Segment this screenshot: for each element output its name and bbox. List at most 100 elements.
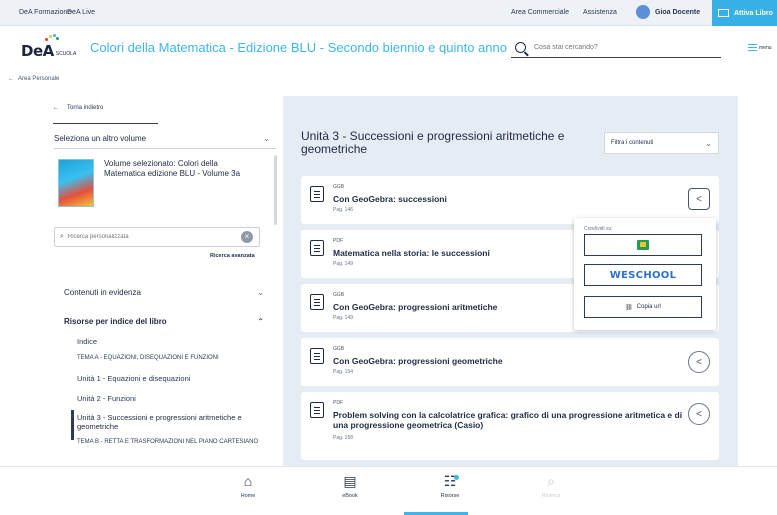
- back-link[interactable]: ← Torna indietro: [53, 105, 158, 124]
- hamburger-icon: [748, 44, 757, 51]
- resource-type: GGB: [333, 346, 345, 352]
- share-icon[interactable]: <: [688, 188, 710, 210]
- pdf-file-icon: [310, 402, 324, 418]
- weschool-logo: WESCHOOL: [609, 269, 677, 281]
- search-icon[interactable]: [515, 42, 526, 53]
- sidebar-scrollbar[interactable]: [274, 155, 277, 225]
- nav-label: Home: [240, 493, 256, 499]
- geogebra-file-icon: [310, 294, 324, 310]
- index-item[interactable]: Unità 1 - Equazioni e disequazioni: [77, 374, 190, 383]
- notification-dot: [454, 475, 459, 480]
- attiva-libro-label: Attiva Libro: [734, 9, 773, 17]
- link-dea-live[interactable]: DeA Live: [67, 9, 95, 16]
- section-index[interactable]: Risorse per indice del libro ⌃: [64, 317, 264, 326]
- resource-title[interactable]: Matematica nella storia: le successioni: [333, 248, 490, 258]
- advanced-search-link[interactable]: Ricerca avanzata: [210, 253, 255, 259]
- attiva-libro-button[interactable]: Attiva Libro: [712, 0, 777, 26]
- weschool-button[interactable]: WESCHOOL: [584, 264, 702, 286]
- resource-card[interactable]: PDF Problem solving con la calcolatrice …: [301, 392, 719, 460]
- section-highlights[interactable]: Contenuti in evidenza ⌄: [64, 288, 264, 297]
- top-bar: DeA Formazione DeA Live Area Commerciale…: [0, 0, 777, 26]
- sidebar: ← Torna indietro Seleziona un altro volu…: [40, 95, 280, 465]
- divider: [53, 123, 158, 124]
- search-input[interactable]: [534, 44, 704, 51]
- ebook-icon: ▤: [343, 473, 357, 489]
- search-icon: ⌕: [60, 233, 64, 240]
- chevron-down-icon: ⌄: [257, 288, 264, 297]
- index-item[interactable]: TEMA B - RETTA E TRASFORMAZIONI NEL PIAN…: [77, 439, 262, 446]
- resource-type: PDF: [333, 238, 343, 244]
- nav-ebook[interactable]: ▤ eBook: [330, 473, 370, 499]
- bottom-nav: ⌂ Home ▤ eBook ☷ Risorse ⌕ Ricerca: [0, 466, 777, 515]
- arrow-left-icon: ←: [8, 76, 14, 82]
- nav-ricerca[interactable]: ⌕ Ricerca: [531, 473, 571, 499]
- index-item[interactable]: TEMA A - EQUAZIONI, DISEQUAZIONI E FUNZI…: [77, 355, 267, 362]
- link-assistenza[interactable]: Assistenza: [583, 9, 617, 16]
- google-classroom-button[interactable]: [584, 234, 702, 256]
- selected-volume: Volume selezionato: Colori della Matemat…: [58, 159, 244, 207]
- avatar: [636, 5, 650, 19]
- app-frame: DeA Formazione DeA Live Area Commerciale…: [0, 0, 777, 515]
- sidebar-search: ⌕ ×: [54, 227, 260, 247]
- filter-select[interactable]: Filtra i contenuti ⌄: [604, 132, 719, 154]
- selected-volume-text: Volume selezionato: Colori della Matemat…: [104, 159, 241, 178]
- logo-text: DeA: [21, 42, 54, 60]
- index-item-active[interactable]: Unità 3 - Successioni e progressioni ari…: [77, 413, 247, 431]
- volume-select-label: Seleziona un altro volume: [54, 134, 147, 143]
- logo-sub: SCUOLA: [55, 51, 77, 57]
- share-icon[interactable]: <: [688, 403, 710, 425]
- home-icon: ⌂: [243, 473, 253, 489]
- google-classroom-icon: [637, 240, 649, 250]
- share-popup: Condividi su: WESCHOOL ⛓ Copia url: [574, 218, 716, 330]
- resource-title[interactable]: Con GeoGebra: progressioni aritmetiche: [333, 302, 497, 312]
- copy-url-button[interactable]: ⛓ Copia url: [584, 296, 702, 318]
- copy-url-label: Copia url: [636, 304, 661, 310]
- resource-page: Pag. 149: [333, 315, 354, 321]
- share-icon[interactable]: <: [688, 351, 710, 373]
- geogebra-file-icon: [310, 186, 324, 202]
- nav-label: Ricerca: [541, 493, 561, 499]
- sidebar-search-input[interactable]: [67, 234, 238, 240]
- resource-type: GGB: [333, 184, 345, 190]
- resource-page: Pag. 154: [333, 369, 354, 375]
- search-icon: ⌕: [547, 473, 555, 489]
- chevron-down-icon: ⌄: [705, 138, 712, 148]
- header-search: [511, 38, 721, 58]
- nav-label: eBook: [342, 493, 358, 499]
- unit-title: Unità 3 - Successioni e progressioni ari…: [301, 129, 565, 156]
- user-name: Gioa Docente: [655, 8, 701, 16]
- resource-page: Pag. 158: [333, 435, 354, 441]
- resource-page: Pag. 149: [333, 261, 354, 267]
- breadcrumb[interactable]: ← Area Personale: [8, 76, 59, 82]
- resource-title[interactable]: Problem solving con la calcolatrice graf…: [333, 410, 683, 430]
- nav-home[interactable]: ⌂ Home: [228, 473, 268, 499]
- resource-page: Pag. 146: [333, 207, 354, 213]
- book-icon: [718, 9, 729, 17]
- menu-button[interactable]: menu: [748, 44, 772, 51]
- breadcrumb-label: Area Personale: [18, 76, 60, 82]
- index-item[interactable]: Indice: [77, 337, 97, 346]
- logo-dots: [43, 34, 59, 42]
- volume-select[interactable]: Seleziona un altro volume ⌄: [54, 129, 276, 149]
- link-area-commerciale[interactable]: Area Commerciale: [511, 9, 569, 16]
- menu-label: menu: [759, 44, 772, 51]
- book-title[interactable]: Colori della Matematica - Edizione BLU -…: [90, 40, 507, 55]
- section-highlights-label: Contenuti in evidenza: [64, 288, 141, 297]
- nav-risorse[interactable]: ☷ Risorse: [430, 473, 470, 499]
- geogebra-file-icon: [310, 348, 324, 364]
- dea-scuola-logo[interactable]: DeA SCUOLA: [21, 34, 77, 60]
- clear-search-icon[interactable]: ×: [241, 231, 253, 243]
- resource-card[interactable]: GGB Con GeoGebra: successioni Pag. 146 <: [301, 176, 719, 224]
- pdf-file-icon: [310, 240, 324, 256]
- user-menu[interactable]: Gioa Docente: [636, 5, 700, 19]
- index-item[interactable]: Unità 2 - Funzioni: [77, 394, 136, 403]
- arrow-left-icon: ←: [53, 105, 59, 111]
- resource-title[interactable]: Con GeoGebra: progressioni geometriche: [333, 356, 503, 366]
- link-dea-formazione[interactable]: DeA Formazione: [19, 9, 71, 16]
- resource-title[interactable]: Con GeoGebra: successioni: [333, 194, 447, 204]
- chevron-down-icon: ⌄: [263, 134, 270, 143]
- resource-type: GGB: [333, 292, 345, 298]
- volume-cover-image: [58, 159, 94, 207]
- resource-card[interactable]: GGB Con GeoGebra: progressioni geometric…: [301, 338, 719, 386]
- chevron-up-icon: ⌃: [257, 317, 264, 326]
